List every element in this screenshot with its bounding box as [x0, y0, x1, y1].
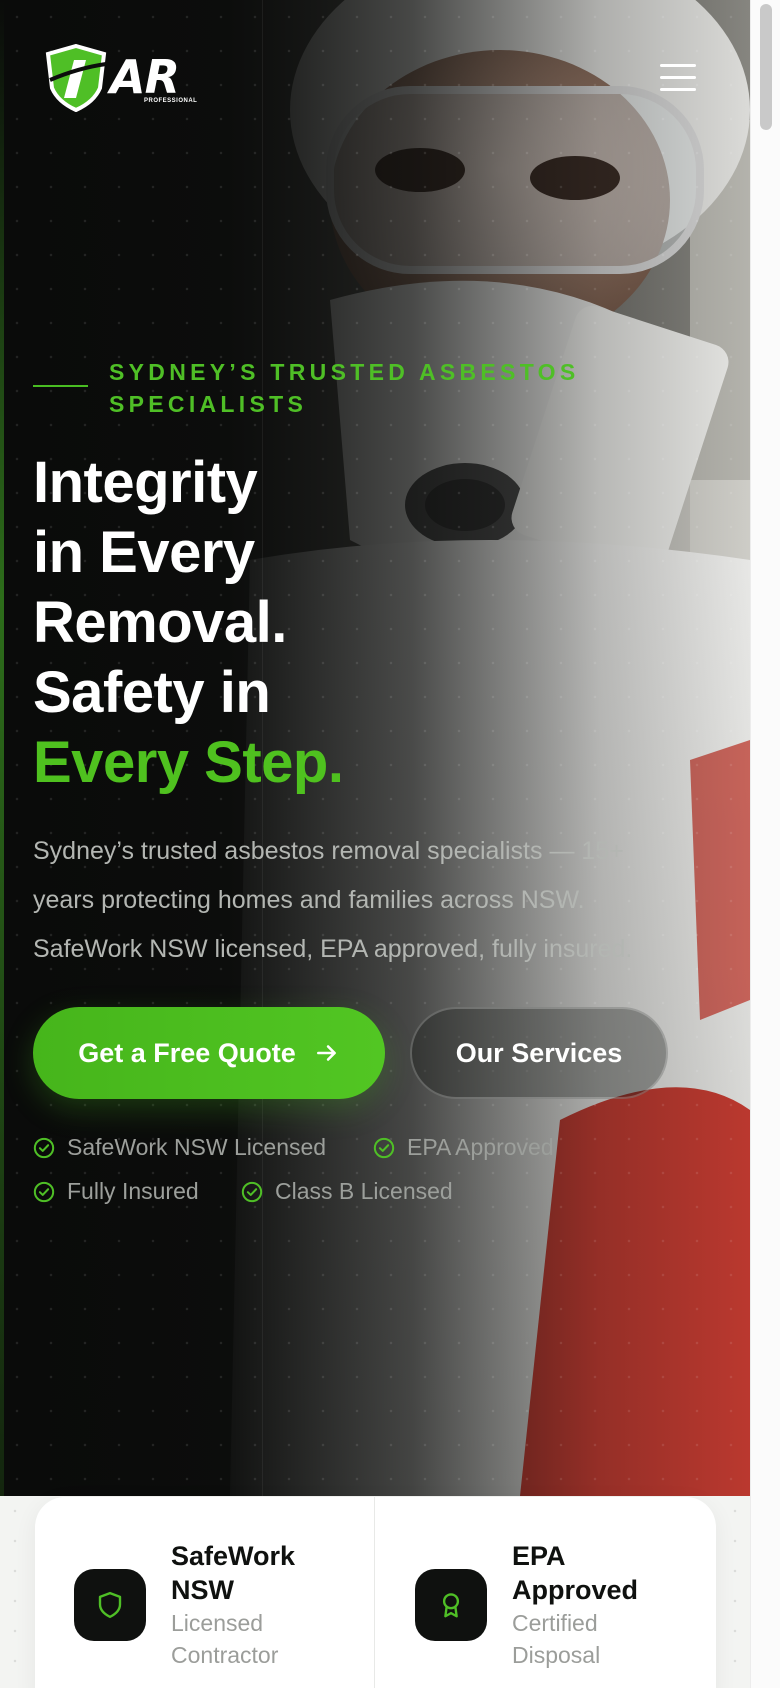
stat-title-epa: EPA Approved	[512, 1539, 638, 1607]
badge-epa-approved: EPA Approved	[373, 1134, 554, 1161]
scrollbar-thumb[interactable]	[760, 4, 772, 130]
badge-label: Fully Insured	[67, 1178, 199, 1204]
eyebrow-line-2: SPECIALISTS	[109, 391, 308, 417]
hero-section: AR PROFESSIONAL SYDNEY’S TRUSTED ASBESTO…	[0, 0, 750, 1496]
hamburger-menu-button[interactable]	[656, 58, 700, 98]
arrow-right-icon	[316, 1045, 336, 1061]
badge-label: EPA Approved	[407, 1134, 554, 1160]
stat-title-line: EPA	[512, 1541, 566, 1571]
stat-title-line: Approved	[512, 1575, 639, 1605]
shield-logo-icon	[45, 44, 107, 112]
headline-accent: Every Step.	[33, 730, 344, 795]
check-circle-icon	[33, 1137, 55, 1158]
site-logo[interactable]: AR PROFESSIONAL	[44, 44, 197, 112]
headline-line-4: Safety in	[33, 660, 271, 725]
stat-sub-line: Certified	[512, 1610, 598, 1636]
our-services-button[interactable]: Our Services	[410, 1007, 668, 1099]
badge-label: Class B Licensed	[275, 1178, 453, 1204]
hero-eyebrow: SYDNEY’S TRUSTED ASBESTOS SPECIALISTS	[109, 356, 629, 420]
eyebrow-line-1: SYDNEY’S TRUSTED ASBESTOS	[109, 359, 580, 385]
hero-description: Sydney’s trusted asbestos removal specia…	[33, 827, 723, 974]
stat-title-line: SafeWork	[171, 1541, 296, 1571]
left-accent-bar	[0, 0, 4, 1496]
logo-wordmark: AR	[110, 50, 180, 104]
hamburger-menu-icon	[660, 64, 696, 67]
award-ribbon-icon	[442, 1593, 460, 1618]
headline-line-2: in Every	[33, 520, 255, 585]
logo-subtext: PROFESSIONAL	[144, 98, 198, 104]
check-circle-icon	[241, 1181, 263, 1202]
stats-divider	[374, 1497, 375, 1688]
badge-label: SafeWork NSW Licensed	[67, 1134, 327, 1160]
stat-sub-line: Disposal	[512, 1642, 601, 1668]
stat-subtitle-epa: Certified Disposal	[512, 1607, 600, 1671]
stat-sub-line: Licensed	[171, 1610, 264, 1636]
stat-title-line: NSW	[171, 1575, 234, 1605]
stat-sub-line: Contractor	[171, 1642, 279, 1668]
stat-subtitle-safework: Licensed Contractor	[171, 1607, 278, 1671]
stat-icon-box-epa	[415, 1569, 487, 1641]
badge-safework-licensed: SafeWork NSW Licensed	[33, 1134, 326, 1161]
hero-headline: Integrity in Every Removal. Safety in Ev…	[33, 448, 593, 798]
description-line-1: Sydney’s trusted asbestos removal specia…	[33, 837, 624, 865]
badge-fully-insured: Fully Insured	[33, 1178, 199, 1205]
description-line-2: years protecting homes and families acro…	[33, 886, 585, 914]
get-free-quote-label: Get a Free Quote	[78, 1037, 296, 1068]
hamburger-line	[660, 88, 696, 91]
eyebrow-divider	[33, 385, 88, 387]
hamburger-line	[660, 76, 696, 79]
stat-icon-box-safework	[74, 1569, 146, 1641]
our-services-label: Our Services	[455, 1037, 623, 1068]
page-scrollbar[interactable]	[750, 0, 780, 1688]
get-free-quote-button[interactable]: Get a Free Quote	[33, 1007, 385, 1099]
stat-title-safework: SafeWork NSW	[171, 1539, 295, 1607]
headline-line-3: Removal.	[33, 590, 287, 655]
check-circle-icon	[33, 1181, 55, 1202]
shield-icon	[98, 1591, 122, 1619]
check-circle-icon	[373, 1137, 395, 1158]
headline-line-1: Integrity	[33, 450, 258, 515]
description-line-3: SafeWork NSW licensed, EPA approved, ful…	[33, 935, 633, 963]
badge-class-b-licensed: Class B Licensed	[241, 1178, 453, 1205]
